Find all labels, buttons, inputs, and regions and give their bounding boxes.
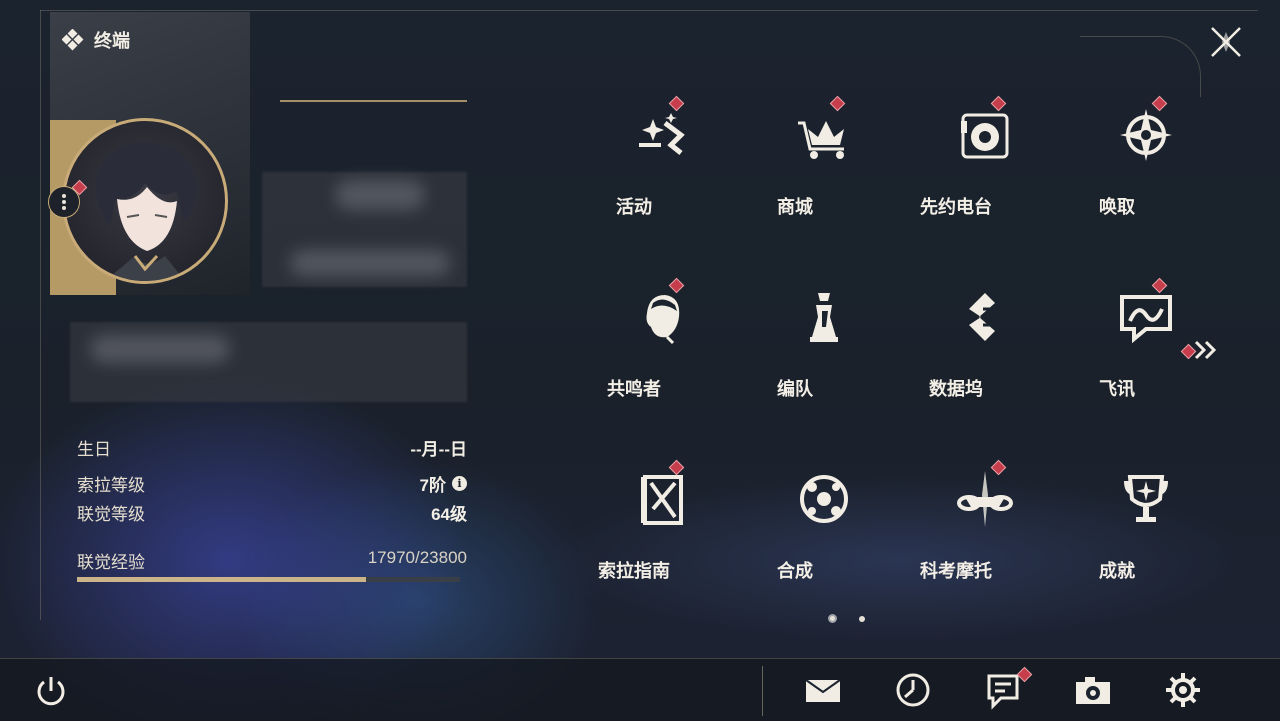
compass-star-icon <box>1120 109 1172 161</box>
mail-icon[interactable] <box>803 670 843 710</box>
bottom-separator <box>762 666 763 716</box>
power-icon[interactable] <box>34 674 68 708</box>
motorbike-icon <box>957 471 1013 527</box>
sola-level-row: 索拉等级 7阶 i <box>77 469 467 498</box>
menu-label: 合成 <box>777 561 813 581</box>
birthday-value: --月--日 <box>410 440 467 459</box>
union-exp: 联觉经验 17970/23800 <box>77 548 467 582</box>
exp-progress-fill <box>77 577 367 582</box>
menu-label: 索拉指南 <box>598 561 670 581</box>
menu-item-sola-guide[interactable]: 索拉指南 <box>583 449 743 599</box>
menu-label: 编队 <box>777 379 813 399</box>
exp-progress-bar <box>77 577 460 582</box>
menu-label: 共鸣者 <box>607 379 661 399</box>
clock-icon[interactable] <box>893 670 933 710</box>
character-head-icon <box>646 295 680 345</box>
exp-label: 联觉经验 <box>77 553 145 572</box>
menu-item-activity[interactable]: 活动 <box>583 85 743 235</box>
menu-item-motorbike[interactable]: 科考摩托 <box>905 449 1065 599</box>
birthday-row: 生日 --月--日 <box>77 433 467 462</box>
title-text: 终端 <box>94 31 130 51</box>
menu-label: 成就 <box>1099 561 1135 581</box>
sola-level-label: 索拉等级 <box>77 476 145 495</box>
menu-item-radio[interactable]: 先约电台 <box>905 85 1065 235</box>
page-dot-1[interactable] <box>828 614 837 623</box>
frame-top-line <box>40 10 1258 11</box>
avatar[interactable] <box>62 118 228 284</box>
menu-item-data-dock[interactable]: 数据坞 <box>905 267 1065 417</box>
menu-item-team[interactable]: 编队 <box>744 267 904 417</box>
frame-left-line <box>40 10 41 620</box>
exp-value: 17970/23800 <box>367 548 467 567</box>
chat-bubble-icon <box>1120 295 1172 344</box>
menu-label: 先约电台 <box>920 197 992 217</box>
trophy-icon <box>1124 475 1168 522</box>
page-dot-2[interactable] <box>859 615 865 622</box>
settings-icon[interactable] <box>1163 670 1203 710</box>
union-level-row: 联觉等级 64级 <box>77 498 467 527</box>
sola-level-value: 7阶 <box>419 476 446 495</box>
menu-label: 数据坞 <box>929 379 983 399</box>
union-level-value: 64级 <box>431 505 467 524</box>
data-dock-icon <box>969 293 995 341</box>
next-page-button[interactable] <box>1180 338 1220 362</box>
guide-book-icon <box>641 475 683 525</box>
camera-icon[interactable] <box>1073 670 1113 710</box>
sparkle-icon <box>639 113 685 155</box>
menu-label: 唤取 <box>1099 197 1135 217</box>
menu-item-resonators[interactable]: 共鸣者 <box>583 267 743 417</box>
name-divider <box>280 100 467 102</box>
menu-label: 飞讯 <box>1099 379 1135 399</box>
profile-info: 生日 --月--日 索拉等级 7阶 i 联觉等级 64级 <box>77 433 467 527</box>
synthesis-icon <box>800 475 848 523</box>
info-icon[interactable]: i <box>452 476 467 491</box>
notice-icon[interactable] <box>983 670 1023 710</box>
menu-label: 科考摩托 <box>920 561 992 581</box>
more-vertical-icon <box>62 194 66 210</box>
radio-icon <box>961 113 1009 159</box>
menu-label: 商城 <box>777 197 813 217</box>
menu-label: 活动 <box>616 197 652 217</box>
close-button[interactable] <box>1206 22 1246 62</box>
menu-item-achievements[interactable]: 成就 <box>1066 449 1226 599</box>
menu-grid: 活动 商城 先约电台 唤取 共鸣者 编队 数据坞 飞讯 索拉指南 合成 科考摩托… <box>583 85 1228 605</box>
page-indicator <box>828 614 865 623</box>
birthday-label: 生日 <box>77 440 111 459</box>
page-title: 终端 <box>62 27 130 53</box>
player-name-blurred <box>335 180 425 210</box>
terminal-diamond-icon <box>62 29 84 51</box>
menu-item-convene[interactable]: 唤取 <box>1066 85 1226 235</box>
menu-item-synthesis[interactable]: 合成 <box>744 449 904 599</box>
double-chevron-right-icon <box>1194 340 1217 360</box>
crown-cart-icon <box>798 121 844 159</box>
menu-item-shop[interactable]: 商城 <box>744 85 904 235</box>
profile-menu-button[interactable] <box>48 186 80 218</box>
avatar-illustration <box>95 142 197 281</box>
union-level-label: 联觉等级 <box>77 505 145 524</box>
player-id-blurred <box>290 250 450 276</box>
chess-pieces-icon <box>810 293 838 342</box>
signature-blurred <box>90 335 230 363</box>
